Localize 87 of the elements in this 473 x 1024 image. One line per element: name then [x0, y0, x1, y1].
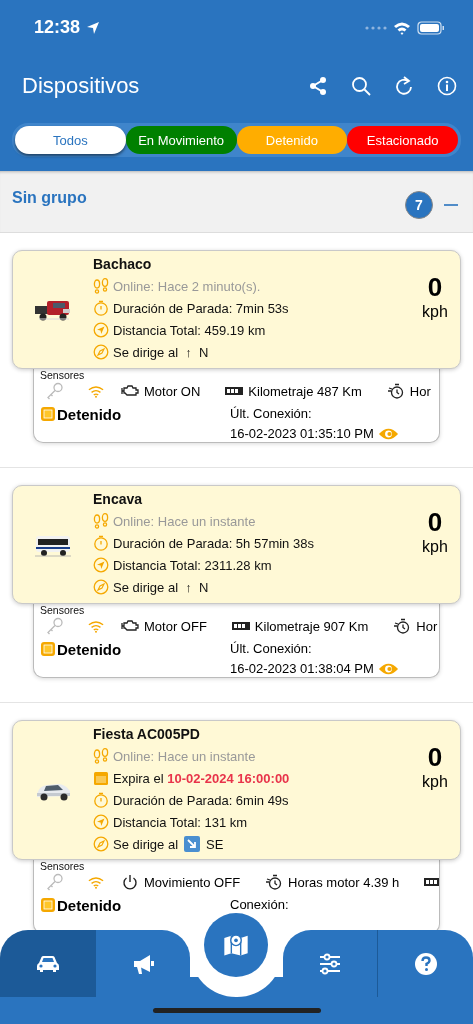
info-icon[interactable]	[437, 76, 457, 96]
page-title: Dispositivos	[22, 73, 140, 99]
last-connection-label: Últ. Conexión:	[230, 405, 313, 423]
key-icon	[46, 617, 64, 635]
heading-direction: SE	[206, 836, 224, 852]
stop-duration: Duración de Parada: 7min 53s	[113, 300, 289, 316]
sensors-label: Sensores	[40, 860, 86, 872]
device-name: Bachaco	[93, 256, 153, 272]
sensor-reading: Motor ON	[144, 383, 201, 399]
sensors-label: Sensores	[40, 369, 86, 381]
stopwatch-icon	[385, 383, 406, 399]
total-distance: Distancia Total: 2311.28 km	[113, 557, 272, 573]
wifi-icon	[88, 384, 104, 398]
navigation-icon	[93, 814, 109, 830]
refresh-icon[interactable]	[394, 76, 414, 96]
engine-icon	[120, 618, 140, 634]
battery-icon	[417, 20, 445, 35]
speed-value: 0	[427, 274, 443, 300]
chip-icon	[40, 406, 56, 422]
filter-tab[interactable]: En Movimiento	[125, 126, 237, 154]
compass-icon	[93, 344, 109, 360]
signal-icon	[365, 25, 387, 30]
engine-icon	[120, 383, 140, 399]
last-connection-label: Últ. Conexión:	[230, 640, 313, 658]
footprints-icon	[93, 278, 109, 294]
sensor-reading: Hor	[416, 618, 438, 634]
speed-value: 0	[427, 744, 443, 770]
online-status: Online: Hace un instante	[113, 513, 256, 529]
filter-tab[interactable]: Estacionado	[347, 126, 458, 154]
device-name: Fiesta AC005PD	[93, 726, 201, 742]
filter-tab[interactable]: Todos	[15, 126, 126, 154]
location-arrow-icon	[86, 20, 101, 35]
speed-value: 0	[427, 509, 443, 535]
heading-text: Se dirige al ↑ N	[113, 344, 209, 360]
sensors-label: Sensores	[40, 604, 86, 616]
expiry-text: Expira el 10-02-2024 16:00:00	[113, 770, 290, 786]
footprints-icon	[93, 748, 109, 764]
status-time: 12:38	[34, 17, 81, 38]
total-distance: Distancia Total: 459.19 km	[113, 322, 266, 338]
heading-text: Se dirige al ↑ N	[113, 579, 209, 595]
sensor-reading: Hor	[409, 383, 431, 399]
speed-unit: kph	[422, 538, 448, 556]
key-icon	[46, 382, 64, 400]
group-name: Sin grupo	[12, 189, 87, 207]
sensor-reading: Movimiento OFF	[144, 874, 241, 890]
count-badge: 7	[405, 191, 433, 219]
device-card[interactable]: Encava Online: Hace un instante Duración de Parada: 5h 57min 38s Distancia Total: 2311.28 km Se dirige al ↑ N 0 kph	[12, 485, 461, 604]
heading-label: Se dirige al	[113, 836, 179, 852]
navigation-icon	[93, 557, 109, 573]
compass-icon	[93, 836, 109, 852]
stopwatch-icon	[93, 792, 109, 808]
footprints-icon	[93, 513, 109, 529]
wifi-icon	[393, 20, 411, 35]
speed-unit: kph	[422, 303, 448, 321]
device-status: Detenido	[57, 405, 122, 423]
chip-icon	[40, 897, 56, 913]
stop-duration: Duración de Parada: 5h 57min 38s	[113, 535, 314, 551]
stopwatch-icon	[93, 300, 109, 316]
sensor-reading: Kilometraje 907 Km	[254, 618, 369, 634]
key-icon	[46, 873, 64, 891]
chip-icon	[40, 641, 56, 657]
car-icon[interactable]	[0, 930, 95, 997]
device-card[interactable]: Fiesta AC005PD Online: Hace un instante Expira el 10-02-2024 16:00:00 Duración de Parada: 6min 49s Distancia Total: 131 km Se dirige al SE 0 kph	[12, 720, 461, 860]
sensor-reading: Horas motor 4.39 h	[288, 874, 400, 890]
sensor-reading: Kilometraje 487 Km	[248, 383, 362, 399]
stopwatch-icon	[93, 535, 109, 551]
share-icon[interactable]	[308, 76, 328, 96]
total-distance: Distancia Total: 131 km	[113, 814, 248, 830]
search-icon[interactable]	[351, 76, 371, 96]
device-status: Detenido	[57, 896, 122, 914]
speed-unit: kph	[422, 773, 448, 791]
device-card[interactable]: Bachaco Online: Hace 2 minuto(s). Duración de Parada: 7min 53s Distancia Total: 459.19 km Se dirige al ↑ N 0 kph	[12, 250, 461, 369]
online-status: Online: Hace 2 minuto(s).	[113, 278, 261, 294]
navigation-icon	[93, 322, 109, 338]
sensor-reading: Motor OFF	[144, 618, 207, 634]
power-icon	[120, 874, 140, 890]
last-connection-date: 16-02-2023 01:35:10 PM	[230, 425, 374, 442]
online-status: Online: Hace un instante	[113, 748, 256, 764]
last-connection-date: 16-02-2023 01:38:04 PM	[230, 660, 374, 677]
wifi-icon	[88, 619, 104, 633]
stop-duration: Duración de Parada: 6min 49s	[113, 792, 289, 808]
last-connection-label: Conexión:	[230, 896, 289, 914]
compass-icon	[93, 579, 109, 595]
device-name: Encava	[93, 491, 144, 507]
wifi-icon	[88, 875, 104, 889]
device-status: Detenido	[57, 640, 122, 658]
calendar-icon	[93, 770, 109, 786]
